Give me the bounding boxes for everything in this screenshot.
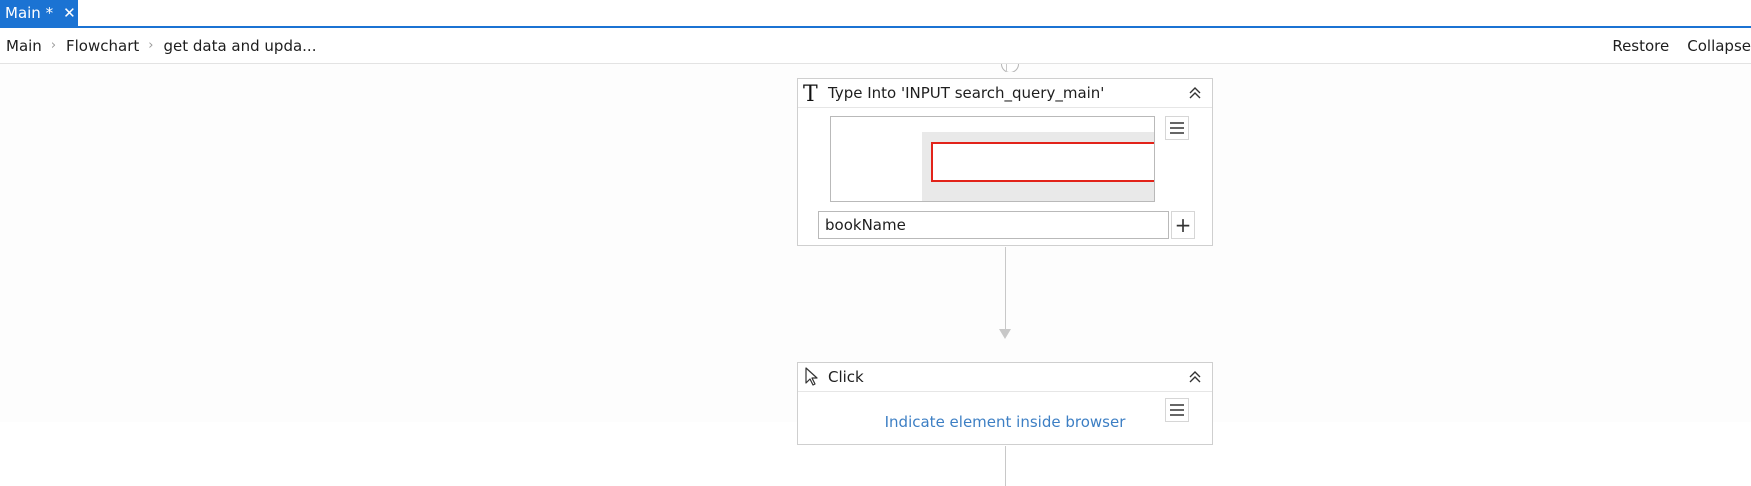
activity-header: Click xyxy=(798,363,1212,392)
flow-connector-line xyxy=(1005,446,1006,486)
breadcrumb-item-flowchart[interactable]: Flowchart xyxy=(66,37,139,55)
breadcrumb-actions: Restore Collapse xyxy=(1594,28,1751,64)
breadcrumb: Main › Flowchart › get data and upda... xyxy=(0,37,316,55)
text-input-field[interactable]: bookName xyxy=(818,211,1169,239)
collapse-chevron-icon[interactable] xyxy=(1186,84,1204,102)
svg-text:T: T xyxy=(803,82,818,104)
type-into-icon: T xyxy=(798,82,826,104)
collapse-chevron-icon[interactable] xyxy=(1186,368,1204,386)
activity-type-into[interactable]: T Type Into 'INPUT search_query_main' bo… xyxy=(797,78,1213,246)
restore-button[interactable]: Restore xyxy=(1612,37,1669,55)
indicate-element-link[interactable]: Indicate element inside browser xyxy=(798,413,1212,431)
breadcrumb-bar: Main › Flowchart › get data and upda... … xyxy=(0,28,1751,64)
plus-icon[interactable]: + xyxy=(1171,211,1195,239)
pointer-icon xyxy=(798,367,826,387)
designer-canvas[interactable]: T Type Into 'INPUT search_query_main' bo… xyxy=(0,64,1751,486)
flow-connector-line xyxy=(1005,247,1006,329)
tab-main-label: Main * xyxy=(5,4,54,22)
chevron-right-icon: › xyxy=(50,38,57,53)
hamburger-menu-icon[interactable] xyxy=(1165,398,1189,422)
flow-connector-line xyxy=(1006,64,1007,72)
close-icon[interactable]: ✕ xyxy=(63,5,76,21)
activity-title: Click xyxy=(828,368,864,386)
tab-main[interactable]: Main * ✕ xyxy=(0,0,78,26)
chevron-right-icon: › xyxy=(148,38,154,53)
activity-click[interactable]: Click Indicate element inside browser xyxy=(797,362,1213,445)
selected-element-highlight xyxy=(931,142,1154,182)
hamburger-menu-icon[interactable] xyxy=(1165,116,1189,140)
document-tab-strip: Main * ✕ xyxy=(0,0,1751,28)
activity-header: T Type Into 'INPUT search_query_main' xyxy=(798,79,1212,108)
breadcrumb-item-sequence[interactable]: get data and upda... xyxy=(163,37,316,55)
activity-title: Type Into 'INPUT search_query_main' xyxy=(828,84,1105,102)
breadcrumb-item-main[interactable]: Main xyxy=(6,37,42,55)
element-screenshot-preview xyxy=(830,116,1155,202)
drop-connector-icon[interactable] xyxy=(1000,64,1020,72)
collapse-button[interactable]: Collapse xyxy=(1687,37,1751,55)
arrow-down-icon xyxy=(999,329,1011,339)
